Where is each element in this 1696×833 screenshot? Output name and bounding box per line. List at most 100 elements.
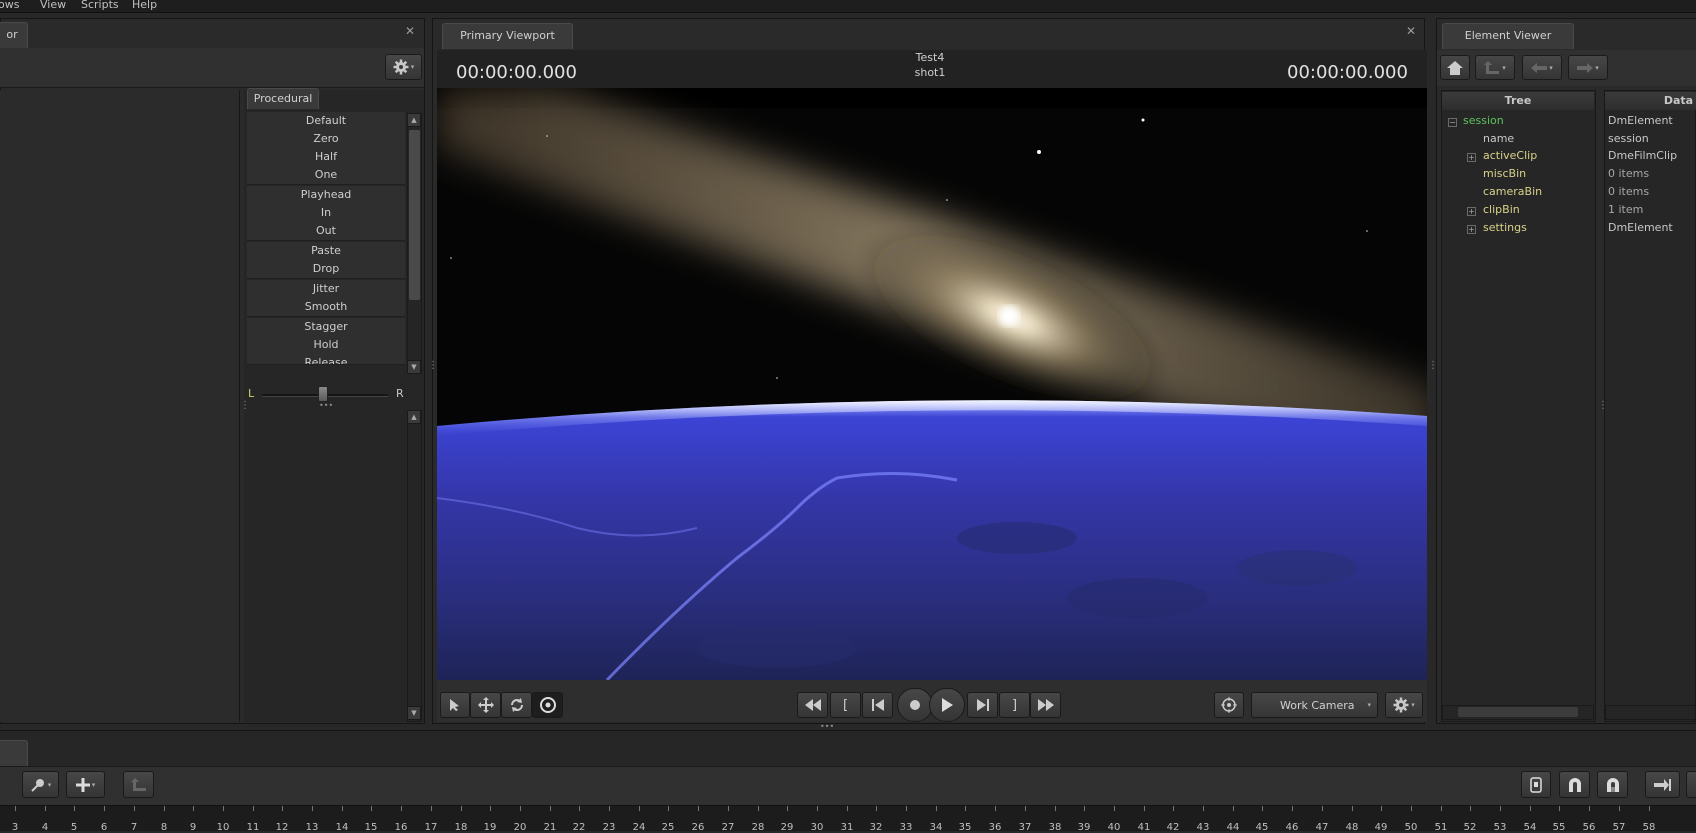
select-tool-button[interactable]: [440, 692, 470, 718]
tree-item-session[interactable]: session: [1463, 113, 1504, 129]
goto-out-button[interactable]: ]: [999, 692, 1030, 718]
goto-in-button[interactable]: [: [830, 692, 861, 718]
snap-frame-button[interactable]: [1597, 771, 1628, 798]
procedural-scrollbar[interactable]: [407, 113, 422, 373]
tree-item-settings[interactable]: settings: [1483, 220, 1527, 236]
ruler-tick: [876, 806, 877, 811]
splitter-handle-icon[interactable]: ⋮: [240, 400, 250, 411]
procedural-item[interactable]: Release: [247, 354, 405, 365]
settings-button[interactable]: ▾: [385, 54, 422, 80]
ruler-tick-label: 18: [454, 822, 468, 833]
camera-select-dropdown[interactable]: Work Camera ▾: [1251, 692, 1378, 718]
procedural-item[interactable]: Out: [247, 222, 405, 241]
scroll-up-icon[interactable]: ▲: [407, 113, 421, 127]
menu-view[interactable]: View: [40, 0, 66, 11]
menu-windows[interactable]: ows: [0, 0, 19, 11]
procedural-item[interactable]: Zero: [247, 130, 405, 149]
balance-right-label: R: [396, 387, 404, 400]
ruler-tick: [847, 806, 848, 811]
previous-frame-button[interactable]: [862, 692, 893, 718]
tree-item-miscbin[interactable]: miscBin: [1483, 166, 1526, 182]
forward-button[interactable]: ▾: [1568, 55, 1608, 80]
scroll-up-icon[interactable]: ▲: [407, 410, 421, 424]
procedural-item[interactable]: Playhead: [247, 186, 405, 205]
procedural-item[interactable]: Default: [247, 112, 405, 131]
procedural-item[interactable]: Stagger: [247, 318, 405, 337]
curve-graph-area[interactable]: [0, 90, 240, 722]
up-level-button[interactable]: ▾: [1475, 55, 1515, 80]
procedural-item[interactable]: In: [247, 204, 405, 223]
ruler-tick: [45, 806, 46, 811]
rotate-tool-button[interactable]: [501, 692, 532, 718]
ruler-tick-label: 19: [483, 822, 497, 833]
lock-button[interactable]: [1521, 771, 1551, 798]
rewind-button[interactable]: [797, 692, 828, 718]
tree-item-clipbin[interactable]: clipBin: [1483, 202, 1520, 218]
menu-scripts[interactable]: Scripts: [81, 0, 119, 11]
record-button[interactable]: [897, 688, 933, 722]
ruler-tick: [758, 806, 759, 811]
fast-forward-button[interactable]: [1030, 692, 1061, 718]
goto-end-button[interactable]: [1645, 771, 1680, 798]
lower-scrollbar[interactable]: [407, 410, 422, 722]
ruler-tick-label: 3: [11, 822, 19, 833]
procedural-item[interactable]: Smooth: [247, 298, 405, 317]
frame-ruler[interactable]: 3 4 5 6 7 8 9 10 11 12 13 14 15 16 17 18 19 20 21 22 23 24 25 2…: [0, 805, 1696, 833]
back-button[interactable]: ▾: [1522, 55, 1562, 80]
ruler-tick-label: 11: [246, 822, 260, 833]
play-button[interactable]: [929, 688, 965, 722]
step-back-icon: [871, 699, 885, 711]
close-icon[interactable]: ✕: [405, 25, 415, 37]
splitter-handle-icon[interactable]: ⋮: [1598, 400, 1608, 411]
ruler-tick-label: 32: [869, 822, 883, 833]
tab-element-viewer[interactable]: Element Viewer: [1442, 23, 1574, 49]
ruler-tick-label: 49: [1374, 822, 1388, 833]
procedural-item[interactable]: One: [247, 166, 405, 185]
balance-slider-handle[interactable]: [318, 386, 328, 402]
tab-primary-viewport[interactable]: Primary Viewport: [442, 23, 573, 49]
step-forward-icon: [976, 699, 990, 711]
next-frame-button[interactable]: [967, 692, 998, 718]
camera-target-button[interactable]: [1214, 692, 1244, 718]
overflow-button[interactable]: [1686, 771, 1696, 798]
ruler-tick-label: 53: [1493, 822, 1507, 833]
procedural-item[interactable]: Hold: [247, 336, 405, 355]
collapse-icon[interactable]: −: [1448, 118, 1457, 127]
tree-header[interactable]: Tree: [1442, 92, 1594, 110]
expand-icon[interactable]: +: [1467, 207, 1476, 216]
tree-item-camerabin[interactable]: cameraBin: [1483, 184, 1542, 200]
add-track-button[interactable]: ▾: [22, 771, 59, 798]
scrollbar-thumb[interactable]: [409, 130, 420, 300]
snap-button[interactable]: [1559, 771, 1590, 798]
tree-item-name[interactable]: name: [1483, 131, 1514, 147]
move-tool-button[interactable]: [470, 692, 501, 718]
procedural-item[interactable]: Half: [247, 148, 405, 167]
tree-item-activeclip[interactable]: activeClip: [1483, 148, 1537, 164]
data-cell: 0 items: [1608, 167, 1650, 180]
close-icon[interactable]: ✕: [1406, 25, 1416, 37]
procedural-item[interactable]: Jitter: [247, 280, 405, 299]
ruler-tick: [995, 806, 996, 811]
up-level-button[interactable]: [123, 771, 154, 798]
tab-timeline[interactable]: [0, 740, 28, 766]
expand-icon[interactable]: +: [1467, 153, 1476, 162]
menu-help[interactable]: Help: [132, 0, 157, 11]
scroll-down-icon[interactable]: ▼: [407, 706, 421, 720]
scrollbar-thumb[interactable]: [1458, 707, 1578, 717]
data-header[interactable]: Data: [1605, 92, 1696, 110]
splitter-handle-icon[interactable]: ⋮: [428, 360, 438, 371]
tab-animation-editor[interactable]: or: [0, 22, 28, 48]
ruler-tick: [282, 806, 283, 811]
tab-procedural[interactable]: Procedural: [247, 88, 319, 109]
procedural-item[interactable]: Paste: [247, 242, 405, 261]
add-button[interactable]: ▾: [66, 771, 105, 798]
viewport-render[interactable]: [437, 88, 1427, 680]
pivot-tool-button[interactable]: [532, 692, 563, 718]
scroll-down-icon[interactable]: ▼: [407, 360, 421, 374]
data-h-scrollbar[interactable]: [1605, 705, 1696, 720]
expand-icon[interactable]: +: [1467, 225, 1476, 234]
drag-handle-icon[interactable]: •••: [319, 401, 333, 410]
procedural-item[interactable]: Drop: [247, 260, 405, 279]
home-button[interactable]: [1440, 55, 1470, 80]
viewport-settings-button[interactable]: ▾: [1385, 692, 1423, 718]
